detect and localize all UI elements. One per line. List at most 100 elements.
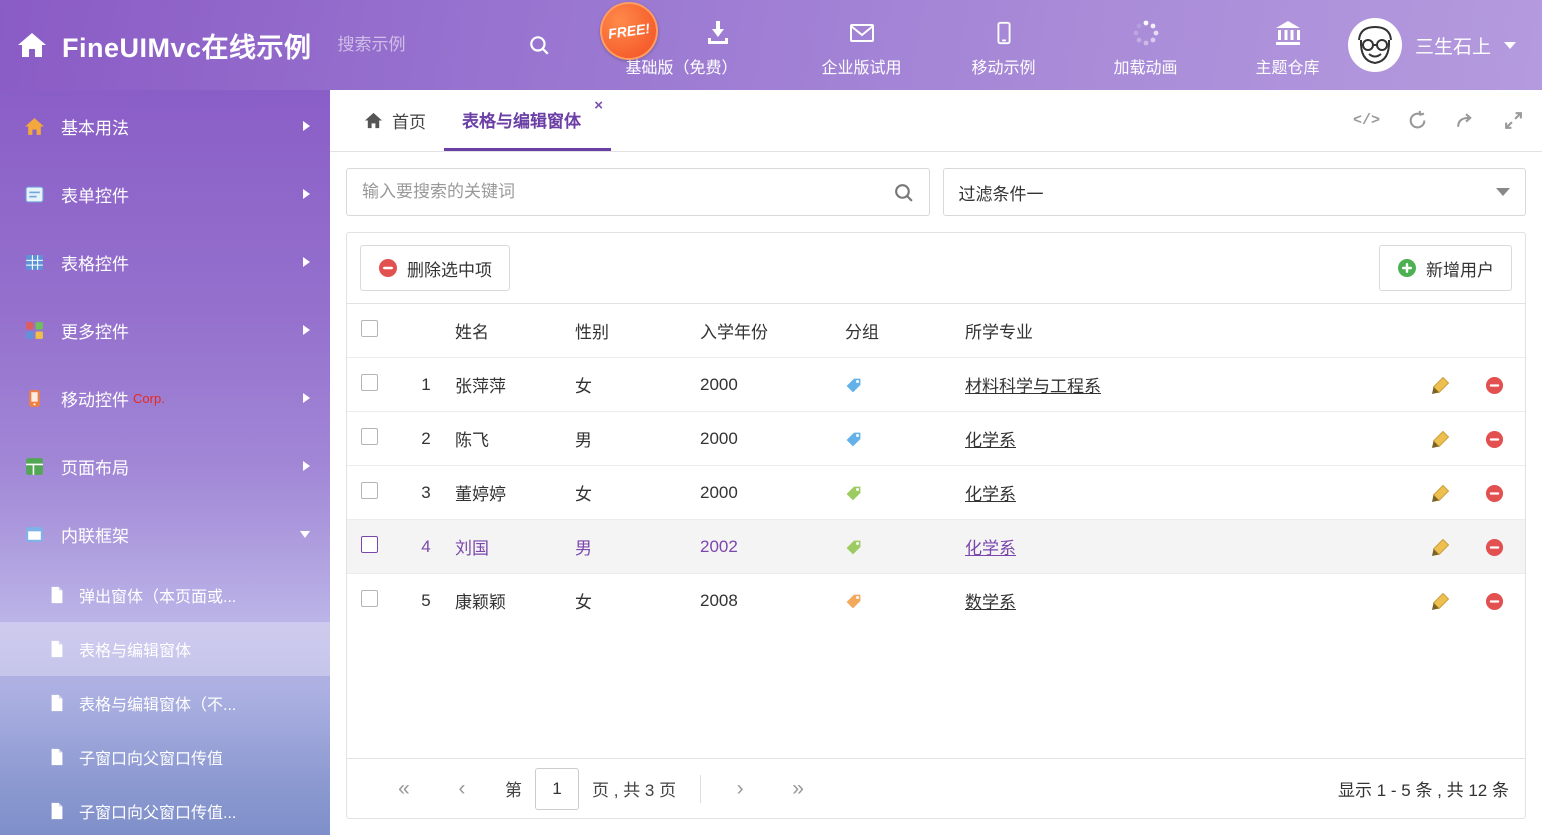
major-link[interactable]: 化学系 <box>965 539 1016 558</box>
sidebar-subitem-label: 子窗口向父窗口传值 <box>79 745 223 769</box>
nav-label: 基础版（免费） <box>626 54 738 78</box>
row-checkbox[interactable] <box>361 590 378 607</box>
edit-pencil-icon[interactable] <box>1431 484 1450 503</box>
app-logo[interactable]: FineUIMvc在线示例 <box>0 26 312 65</box>
table-icon <box>22 250 46 274</box>
nav-basic-edition[interactable]: FREE! 基础版（免费） <box>596 0 768 90</box>
next-page-button[interactable]: › <box>711 777 769 801</box>
page-number-input[interactable] <box>535 768 579 810</box>
cell-group <box>845 466 965 520</box>
envelope-icon <box>848 19 876 47</box>
cell-year: 2008 <box>700 574 845 628</box>
delete-row-icon[interactable] <box>1485 538 1504 557</box>
chevron-right-icon <box>303 189 310 199</box>
sidebar-item-iframe[interactable]: 内联框架 <box>0 500 330 568</box>
sidebar-item-basic-usage[interactable]: 基本用法 <box>0 92 330 160</box>
keyword-search-input[interactable] <box>362 182 893 202</box>
search-icon[interactable] <box>893 182 914 203</box>
edit-pencil-icon[interactable] <box>1431 430 1450 449</box>
table-row-selected[interactable]: 4 刘国 男 2002 化学系 <box>347 520 1525 574</box>
major-link[interactable]: 化学系 <box>965 431 1016 450</box>
header-group: 分组 <box>845 304 965 358</box>
delete-row-icon[interactable] <box>1485 376 1504 395</box>
major-link[interactable]: 材料科学与工程系 <box>965 377 1101 396</box>
major-link[interactable]: 化学系 <box>965 485 1016 504</box>
bank-icon <box>1274 19 1302 47</box>
header-search-input[interactable] <box>338 35 488 55</box>
app-window: FineUIMvc在线示例 FREE! 基础版（免费） 企业版试用 移动示例 <box>0 0 1542 835</box>
cell-group <box>845 520 965 574</box>
cell-name: 刘国 <box>455 520 575 574</box>
nav-mobile-demo[interactable]: 移动示例 <box>956 0 1052 90</box>
delete-row-icon[interactable] <box>1485 592 1504 611</box>
download-icon <box>704 18 732 51</box>
nav-loading-animation[interactable]: 加载动画 <box>1098 0 1194 90</box>
filter-dropdown[interactable]: 过滤条件一 <box>943 168 1527 216</box>
delete-row-icon[interactable] <box>1485 484 1504 503</box>
nav-label: 移动示例 <box>972 54 1036 78</box>
edit-pencil-icon[interactable] <box>1431 376 1450 395</box>
cell-name: 康颖颖 <box>455 574 575 628</box>
tab-home[interactable]: 首页 <box>346 90 444 151</box>
header-search[interactable] <box>338 34 550 56</box>
avatar[interactable] <box>1348 18 1402 72</box>
expand-icon[interactable] <box>1503 110 1524 131</box>
sidebar-item-label: 更多控件 <box>61 318 303 343</box>
page-label: 第 <box>505 776 522 801</box>
row-checkbox[interactable] <box>361 536 378 553</box>
cell-group <box>845 358 965 412</box>
sidebar-item-page-layout[interactable]: 页面布局 <box>0 432 330 500</box>
top-header-bar: FineUIMvc在线示例 FREE! 基础版（免费） 企业版试用 移动示例 <box>0 0 1542 90</box>
close-icon[interactable]: × <box>594 98 603 113</box>
cell-gender: 女 <box>575 466 700 520</box>
edit-pencil-icon[interactable] <box>1431 592 1450 611</box>
table-row[interactable]: 5 康颖颖 女 2008 数学系 <box>347 574 1525 628</box>
cell-number: 1 <box>397 358 455 412</box>
sidebar-subitem-grid-edit-window-alt[interactable]: 表格与编辑窗体（不... <box>0 676 330 730</box>
frame-icon <box>22 522 46 546</box>
delete-row-icon[interactable] <box>1485 430 1504 449</box>
cell-gender: 女 <box>575 574 700 628</box>
sidebar-subitem-popup-window[interactable]: 弹出窗体（本页面或... <box>0 568 330 622</box>
sidebar-subitem-grid-edit-window[interactable]: 表格与编辑窗体 <box>0 622 330 676</box>
first-page-button[interactable]: « <box>375 777 433 801</box>
sidebar-subitem-child-to-parent[interactable]: 子窗口向父窗口传值 <box>0 730 330 784</box>
sidebar-item-more-controls[interactable]: 更多控件 <box>0 296 330 364</box>
refresh-icon[interactable] <box>1407 110 1428 131</box>
major-link[interactable]: 数学系 <box>965 593 1016 612</box>
user-menu[interactable]: 三生石上 <box>1348 18 1542 72</box>
select-all-checkbox[interactable] <box>361 320 378 337</box>
row-checkbox[interactable] <box>361 428 378 445</box>
keyword-search-box[interactable] <box>346 168 930 216</box>
filter-dropdown-value: 过滤条件一 <box>959 180 1044 205</box>
cell-name: 董婷婷 <box>455 466 575 520</box>
row-checkbox[interactable] <box>361 374 378 391</box>
pager-divider <box>700 775 701 803</box>
add-user-button[interactable]: 新增用户 <box>1379 245 1512 291</box>
delete-selected-button[interactable]: 删除选中项 <box>360 245 510 291</box>
share-icon[interactable] <box>1455 110 1476 131</box>
file-icon <box>48 640 66 658</box>
sidebar-item-form-controls[interactable]: 表单控件 <box>0 160 330 228</box>
table-row[interactable]: 2 陈飞 男 2000 化学系 <box>347 412 1525 466</box>
nav-label: 企业版试用 <box>822 54 902 78</box>
user-name: 三生石上 <box>1415 32 1491 59</box>
row-checkbox[interactable] <box>361 482 378 499</box>
sidebar-subitem-label: 表格与编辑窗体 <box>79 637 191 661</box>
chevron-right-icon <box>303 121 310 131</box>
search-icon[interactable] <box>528 34 550 56</box>
last-page-button[interactable]: » <box>769 777 827 801</box>
sidebar-subitem-child-to-parent-2[interactable]: 子窗口向父窗口传值... <box>0 784 330 835</box>
edit-pencil-icon[interactable] <box>1431 538 1450 557</box>
code-icon[interactable]: </> <box>1353 112 1380 129</box>
filter-row: 过滤条件一 <box>346 168 1526 216</box>
table-row[interactable]: 1 张萍萍 女 2000 材料科学与工程系 <box>347 358 1525 412</box>
prev-page-button[interactable]: ‹ <box>433 777 491 801</box>
sidebar-item-mobile-controls[interactable]: 移动控件 Corp. <box>0 364 330 432</box>
table-row[interactable]: 3 董婷婷 女 2000 化学系 <box>347 466 1525 520</box>
sidebar-item-grid-controls[interactable]: 表格控件 <box>0 228 330 296</box>
minus-circle-icon <box>378 258 398 278</box>
tab-grid-edit-window[interactable]: 表格与编辑窗体 × <box>444 90 611 151</box>
nav-theme-store[interactable]: 主题仓库 <box>1240 0 1336 90</box>
nav-enterprise-trial[interactable]: 企业版试用 <box>814 0 910 90</box>
